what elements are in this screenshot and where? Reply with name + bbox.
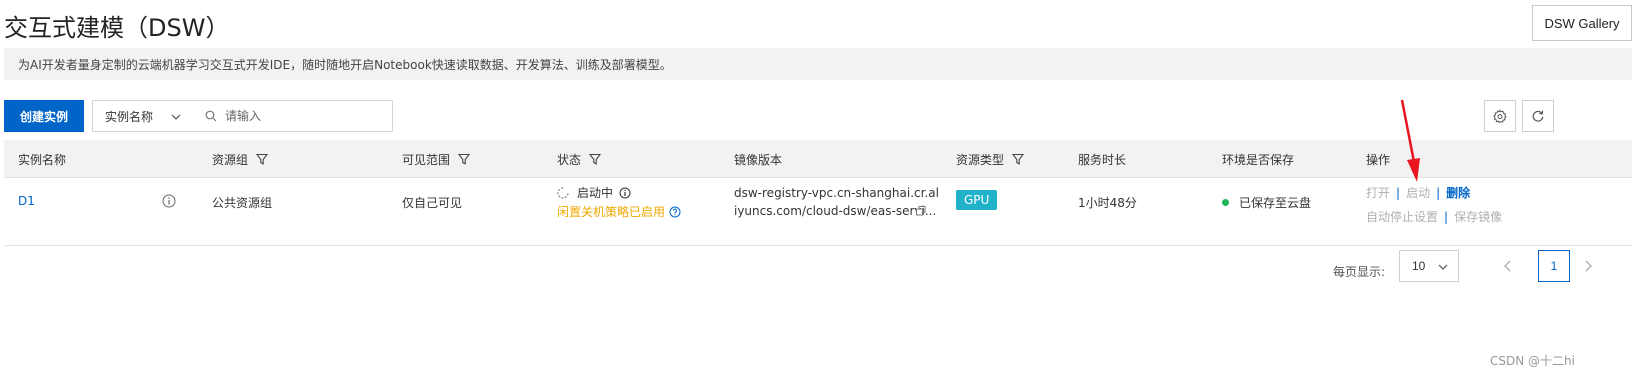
settings-button[interactable] xyxy=(1484,100,1516,132)
column-header-image: 镜像版本 xyxy=(734,152,783,167)
action-separator: | xyxy=(1436,185,1441,200)
env-saved-text: 已保存至云盘 xyxy=(1239,196,1312,210)
dsw-gallery-button[interactable]: DSW Gallery xyxy=(1532,5,1632,41)
open-action[interactable]: 打开 xyxy=(1366,184,1390,201)
column-header-duration: 服务时长 xyxy=(1078,152,1127,167)
visibility-value: 仅自己可见 xyxy=(402,196,463,210)
refresh-icon xyxy=(1532,110,1544,122)
delete-action[interactable]: 删除 xyxy=(1446,184,1470,201)
description-banner: 为AI开发者量身定制的云端机器学习交互式开发IDE，随时随地开启Notebook… xyxy=(4,48,1632,80)
chevron-right-icon xyxy=(1585,260,1592,272)
page-size-value: 10 xyxy=(1412,259,1426,273)
column-header-actions: 操作 xyxy=(1366,152,1391,167)
next-page-button[interactable] xyxy=(1578,256,1598,276)
search-icon xyxy=(205,110,217,122)
help-circle-icon[interactable] xyxy=(669,206,681,218)
create-instance-button[interactable]: 创建实例 xyxy=(4,100,84,132)
csdn-watermark: CSDN @十二hi xyxy=(1490,354,1575,368)
chevron-down-icon xyxy=(1438,264,1448,270)
start-action[interactable]: 启动 xyxy=(1406,184,1430,201)
resource-type-badge: GPU xyxy=(956,190,998,210)
loading-spinner-icon xyxy=(557,186,569,199)
image-version-line-2: iyuncs.com/cloud-dsw/eas-servi... xyxy=(734,204,937,218)
filter-icon[interactable] xyxy=(1012,153,1025,165)
column-header-resource-type: 资源类型 xyxy=(956,140,1025,178)
column-header-status: 状态 xyxy=(557,140,602,178)
gear-icon xyxy=(1493,109,1507,123)
column-header-resource-group: 资源组 xyxy=(212,140,269,178)
column-header-name: 实例名称 xyxy=(18,152,67,167)
filter-icon[interactable] xyxy=(458,153,471,165)
status-text: 启动中 xyxy=(577,186,614,200)
page-title: 交互式建模（DSW） xyxy=(4,14,230,42)
page-size-label: 每页显示: xyxy=(1333,265,1386,279)
resource-group-value: 公共资源组 xyxy=(212,196,273,210)
chevron-left-icon xyxy=(1504,260,1511,272)
chevron-down-icon xyxy=(171,114,181,120)
image-version-line-1: dsw-registry-vpc.cn-shanghai.cr.al xyxy=(734,186,939,200)
page-number-current[interactable]: 1 xyxy=(1538,250,1570,282)
actions-line-2: 自动停止设置 | 保存镜像 xyxy=(1366,208,1502,225)
action-separator: | xyxy=(1444,209,1449,224)
annotation-arrow-icon xyxy=(1400,99,1420,182)
idle-shutdown-note: 闲置关机策略已启用 xyxy=(557,203,681,220)
saved-status-dot xyxy=(1222,199,1229,206)
info-circle-icon[interactable] xyxy=(162,194,176,208)
duration-value: 1小时48分 xyxy=(1078,196,1137,210)
actions-line-1: 打开 | 启动 | 删除 xyxy=(1366,184,1470,201)
prev-page-button[interactable] xyxy=(1498,256,1518,276)
info-circle-icon[interactable] xyxy=(619,187,631,199)
filter-icon[interactable] xyxy=(589,153,602,165)
search-box xyxy=(193,100,393,132)
action-separator: | xyxy=(1396,185,1401,200)
status-cell: 启动中 xyxy=(557,184,631,201)
table-row: D1 公共资源组 仅自己可见 启动中 闲置关机策略已启用 dsw-registr… xyxy=(4,178,1632,246)
search-input[interactable] xyxy=(225,109,375,123)
copy-icon[interactable] xyxy=(916,206,926,216)
idle-shutdown-text: 闲置关机策略已启用 xyxy=(557,205,666,219)
save-image-action[interactable]: 保存镜像 xyxy=(1454,208,1502,225)
column-header-visibility: 可见范围 xyxy=(402,140,471,178)
search-field-label: 实例名称 xyxy=(105,109,154,124)
search-field-select[interactable]: 实例名称 xyxy=(92,100,194,132)
instance-name-link[interactable]: D1 xyxy=(18,194,35,208)
page-size-select[interactable]: 10 xyxy=(1399,250,1459,282)
table-header: 实例名称 资源组 可见范围 状态 镜像版本 资源类型 服务时长 环境是否保存 操… xyxy=(4,140,1632,178)
env-saved-cell: 已保存至云盘 xyxy=(1222,194,1311,211)
filter-icon[interactable] xyxy=(256,153,269,165)
refresh-button[interactable] xyxy=(1522,100,1554,132)
auto-stop-settings-action[interactable]: 自动停止设置 xyxy=(1366,208,1438,225)
column-header-env-saved: 环境是否保存 xyxy=(1222,152,1295,167)
